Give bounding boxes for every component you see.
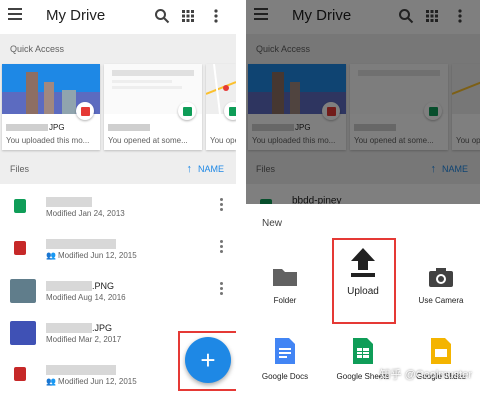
google-docs-option[interactable]: Google Docs (250, 338, 320, 381)
hamburger-menu-icon[interactable] (8, 8, 22, 22)
more-vert-icon[interactable] (220, 198, 224, 214)
card-subtitle: You opened ... (210, 136, 236, 145)
file-modified-date: 👥 Modified Jun 12, 2015 (46, 251, 137, 260)
docs-icon (275, 338, 295, 364)
map-file-icon (14, 241, 26, 255)
new-bottom-sheet: New Folder Upload Use Camera Google Docs (246, 204, 480, 400)
use-camera-option[interactable]: Use Camera (406, 266, 476, 305)
drive-screen-right: My Drive Quick Access JPG You uploaded t… (246, 0, 480, 400)
sort-label: NAME (197, 164, 224, 174)
sheets-file-badge-icon (178, 102, 196, 120)
image-thumbnail-icon (10, 279, 36, 303)
sheets-file-badge-icon (424, 102, 442, 120)
option-label: Google Docs (261, 372, 309, 381)
card-subtitle: You uploaded this mo... (252, 136, 336, 145)
grid-view-icon[interactable] (180, 8, 196, 24)
quick-access-card[interactable]: JPG You uploaded this mo... (248, 64, 346, 150)
more-vert-icon[interactable] (452, 8, 468, 24)
more-vert-icon[interactable] (220, 282, 224, 298)
more-vert-icon[interactable] (220, 240, 224, 256)
file-name (46, 193, 92, 207)
card-filename: JPG (252, 123, 311, 132)
folder-icon (273, 269, 297, 286)
upload-option[interactable]: Upload (328, 246, 398, 297)
files-section-header: Files ↑ NAME (0, 154, 236, 184)
quick-access-card[interactable]: You opened ... (452, 64, 480, 150)
upload-icon (351, 248, 375, 277)
app-bar: My Drive (0, 0, 236, 32)
watermark-text: 知乎 @Coolmuster (379, 369, 472, 381)
file-name: .JPG (46, 319, 112, 333)
quick-access-card[interactable]: You opened at some... (350, 64, 448, 150)
sheets-file-icon (14, 199, 26, 213)
map-file-icon (14, 367, 26, 381)
file-row[interactable]: .PNG Modified Aug 14, 2016 (0, 270, 236, 312)
sort-by-name-button[interactable]: ↑ NAME (186, 154, 224, 184)
shared-people-icon: 👥 (46, 251, 56, 260)
search-icon[interactable] (154, 8, 170, 24)
card-filename (354, 123, 397, 132)
files-label: Files (256, 164, 276, 174)
screenshot-stage: My Drive Quick Access JPG You uploaded t… (0, 0, 480, 400)
map-thumbnail (452, 64, 480, 114)
app-title: My Drive (292, 7, 352, 24)
image-thumbnail-icon (10, 321, 36, 345)
file-name (46, 235, 116, 249)
shared-people-icon: 👥 (46, 377, 56, 386)
sheet-title: New (262, 218, 283, 229)
image-file-badge-icon (76, 102, 94, 120)
card-subtitle: You opened at some... (108, 136, 188, 145)
file-modified-date: Modified Jan 24, 2013 (46, 209, 125, 218)
card-filename: JPG (6, 123, 65, 132)
option-label: Use Camera (418, 296, 464, 305)
files-section-header: Files ↑ NAME (246, 154, 480, 184)
hamburger-menu-icon[interactable] (254, 8, 268, 22)
app-title: My Drive (46, 7, 106, 24)
file-modified-date: Modified Mar 2, 2017 (46, 335, 122, 344)
file-row[interactable]: 👥 Modified Jun 12, 2015 (0, 228, 236, 270)
camera-icon (429, 268, 453, 287)
card-subtitle: You uploaded this mo... (6, 136, 90, 145)
option-label: Folder (273, 296, 297, 305)
new-fab-button[interactable]: + (185, 337, 231, 383)
file-modified-date: 👥 Modified Jun 12, 2015 (46, 377, 137, 386)
new-folder-option[interactable]: Folder (250, 266, 320, 305)
sheets-file-badge-icon (224, 102, 236, 120)
option-label: Upload (347, 286, 379, 297)
files-label: Files (10, 164, 30, 174)
quick-access-label: Quick Access (10, 44, 65, 54)
quick-access-label: Quick Access (256, 44, 311, 54)
file-name: .PNG (46, 277, 114, 291)
slides-icon (431, 338, 451, 364)
quick-access-section: Quick Access JPG You uploaded this mo... (0, 34, 236, 154)
app-bar: My Drive (246, 0, 480, 32)
plus-icon: + (200, 345, 216, 375)
card-subtitle: You opened at some... (354, 136, 434, 145)
drive-screen-left: My Drive Quick Access JPG You uploaded t… (0, 0, 236, 400)
arrow-up-icon: ↑ (186, 163, 192, 175)
file-name: bbdd-piney (292, 195, 342, 207)
card-filename (108, 123, 151, 132)
grid-view-icon[interactable] (424, 8, 440, 24)
quick-access-card[interactable]: JPG You uploaded this mo... (2, 64, 100, 150)
arrow-up-icon: ↑ (430, 163, 436, 175)
quick-access-section: Quick Access JPG You uploaded this mo... (246, 34, 480, 154)
quick-access-card[interactable]: You opened at some... (104, 64, 202, 150)
card-subtitle: You opened ... (456, 136, 480, 145)
file-modified-date: Modified Aug 14, 2016 (46, 293, 126, 302)
more-vert-icon[interactable] (208, 8, 224, 24)
image-file-badge-icon (322, 102, 340, 120)
quick-access-card[interactable]: You opened ... (206, 64, 236, 150)
search-icon[interactable] (398, 8, 414, 24)
sort-by-name-button[interactable]: ↑ NAME (430, 154, 468, 184)
file-row[interactable]: Modified Jan 24, 2013 (0, 186, 236, 228)
file-name (46, 361, 116, 375)
sort-label: NAME (441, 164, 468, 174)
sheets-icon (353, 338, 373, 364)
